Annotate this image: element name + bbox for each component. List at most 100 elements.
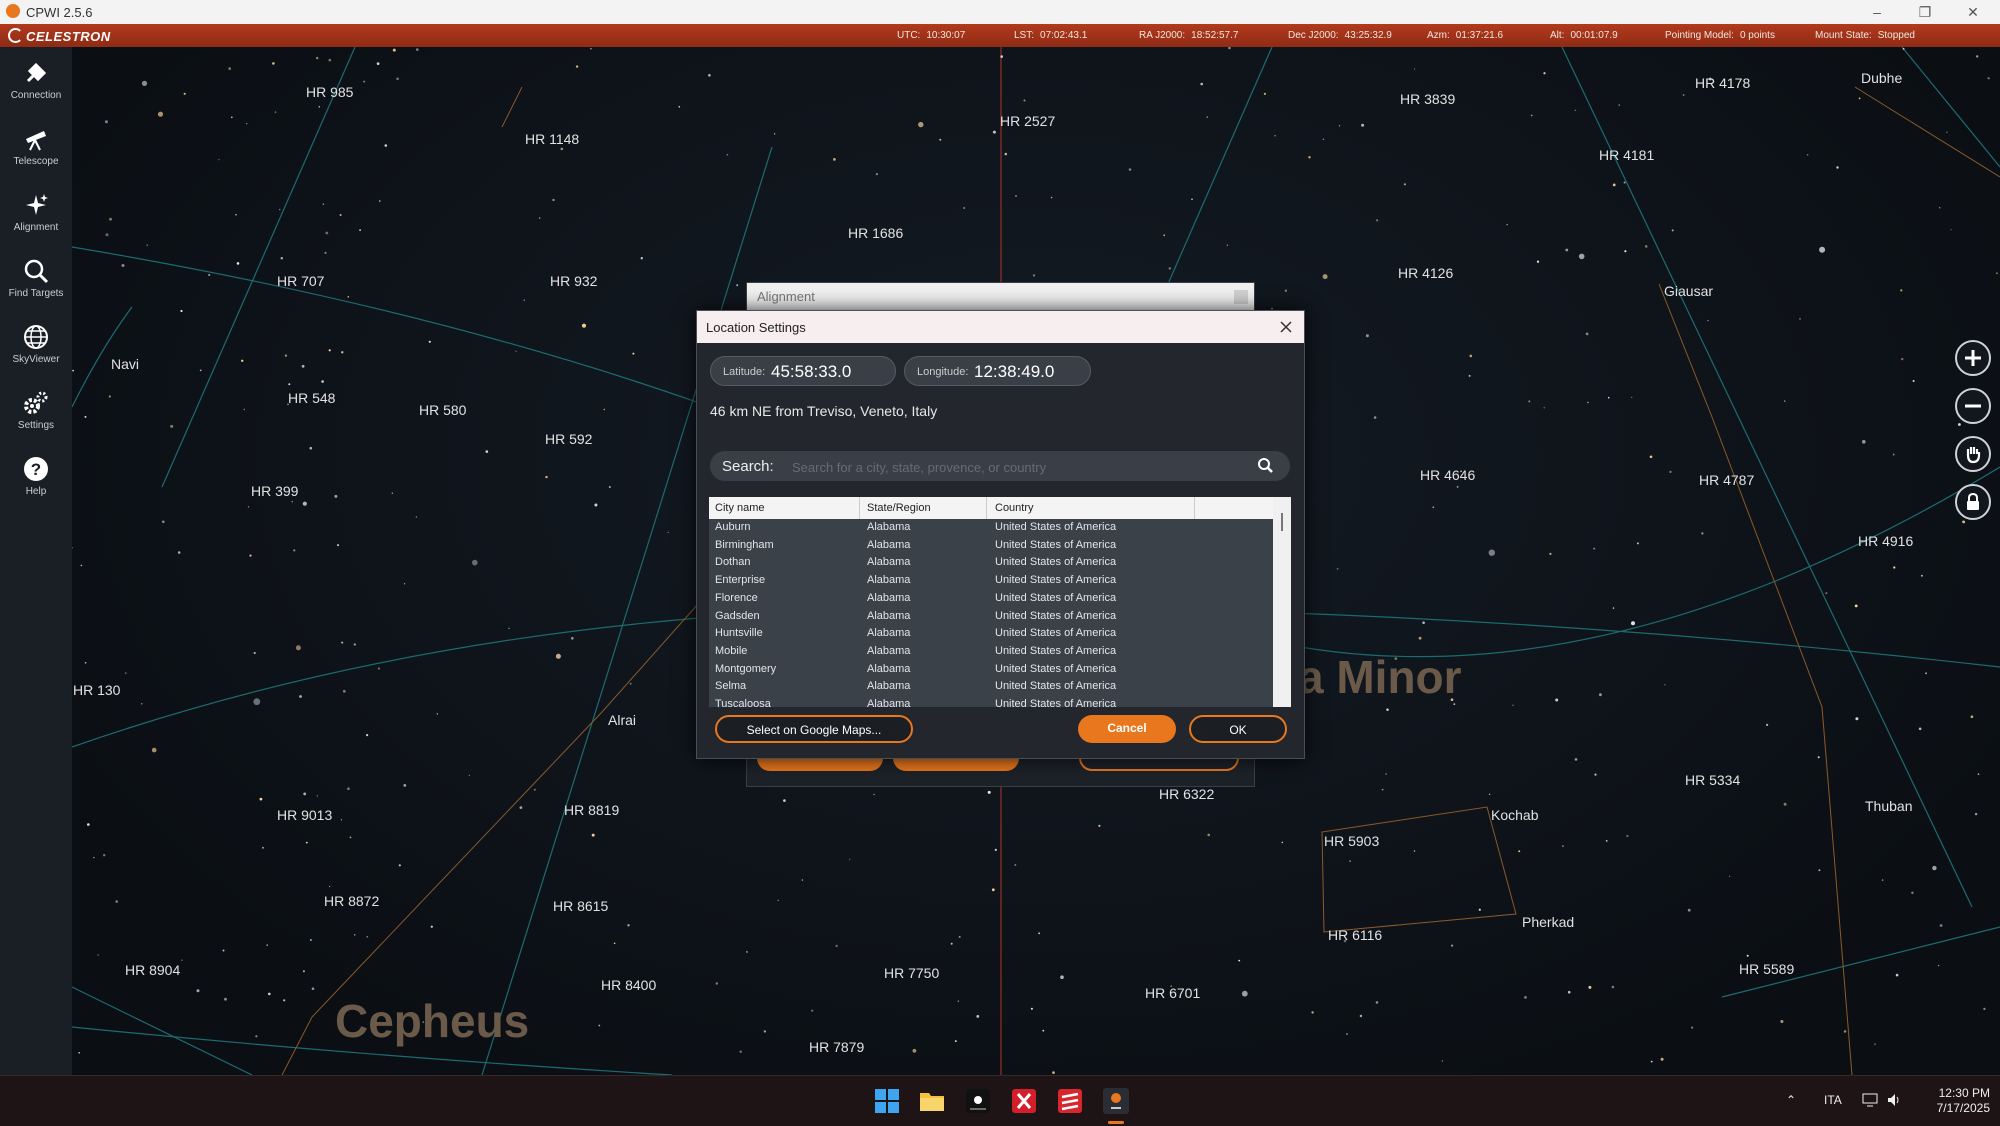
star (377, 667, 380, 670)
star (627, 924, 630, 927)
telescope-icon (26, 131, 46, 151)
star-label: HR 592 (545, 431, 593, 447)
search-label: Search: (722, 458, 774, 475)
table-scrollbar[interactable] (1273, 497, 1291, 707)
star (121, 264, 125, 267)
sidebar-item-skyviewer[interactable]: SkyViewer (0, 319, 72, 379)
star (255, 1035, 258, 1038)
table-row[interactable]: Tuscaloosa Alabama United States of Americ… (709, 696, 1273, 707)
star (1669, 470, 1672, 474)
longitude-field[interactable]: Longitude: 12:38:49.0 (904, 356, 1091, 386)
star (833, 158, 836, 161)
star (954, 1040, 957, 1043)
star (523, 299, 526, 301)
sidebar-item-settings[interactable]: Settings (0, 385, 72, 445)
lock-button[interactable] (1955, 484, 1991, 520)
scrollbar-thumb[interactable] (1281, 513, 1283, 531)
table-row[interactable]: Gadsden Alabama United States of America (709, 608, 1273, 626)
sidebar-item-connection[interactable]: Connection (0, 55, 72, 115)
star (1976, 55, 1979, 58)
star (177, 551, 181, 554)
sidebar-item-telescope[interactable]: Telescope (0, 121, 72, 181)
star (1098, 824, 1101, 827)
input-language[interactable]: ITA (1824, 1093, 1842, 1107)
close-window-button[interactable]: ✕ (1950, 1, 1996, 23)
alignment-close-icon[interactable] (1234, 290, 1248, 304)
sidebar-item-alignment[interactable]: Alignment (0, 187, 72, 247)
zoom-out-button[interactable] (1955, 388, 1991, 424)
google-maps-button[interactable]: Select on Google Maps... (715, 715, 913, 743)
windows-start-icon[interactable] (873, 1087, 901, 1115)
star (329, 885, 331, 888)
latitude-field[interactable]: Latitude: 45:58:33.0 (710, 356, 896, 386)
star (1375, 1001, 1379, 1004)
pan-button[interactable] (1955, 436, 1991, 472)
star (125, 672, 127, 674)
app-icon-red-stripes[interactable] (1056, 1087, 1084, 1115)
star (280, 257, 283, 260)
star (236, 262, 240, 265)
chevron-up-icon[interactable]: ⌃ (1786, 1093, 1796, 1107)
file-explorer-icon[interactable] (918, 1087, 946, 1115)
cancel-button[interactable]: Cancel (1078, 715, 1176, 743)
star (1413, 850, 1416, 852)
minimize-button[interactable]: – (1854, 1, 1900, 23)
sidebar-item-find-targets[interactable]: Find Targets (0, 253, 72, 313)
zoom-in-button[interactable] (1955, 340, 1991, 376)
star (310, 939, 312, 941)
city-cell: Montgomery (715, 662, 777, 675)
cpwi-app-icon[interactable] (1102, 1087, 1130, 1115)
app-icon-red-x[interactable] (1010, 1087, 1038, 1115)
search-icon[interactable] (1256, 457, 1274, 475)
state-cell: Alabama (867, 574, 911, 587)
star-label: HR 6322 (1159, 786, 1215, 802)
star (1900, 289, 1903, 292)
table-row[interactable]: Florence Alabama United States of America (709, 590, 1273, 608)
maximize-button[interactable]: ❐ (1902, 1, 1948, 23)
star (366, 734, 369, 737)
latitude-label: Latitude: (723, 366, 766, 378)
table-row[interactable]: Dothan Alabama United States of America (709, 554, 1273, 572)
star (349, 836, 352, 839)
star (321, 380, 324, 383)
volume-icon[interactable] (1886, 1092, 1902, 1108)
table-row[interactable]: Auburn Alabama United States of America (709, 519, 1273, 537)
lock-icon (1967, 492, 1979, 510)
table-row[interactable]: Birmingham Alabama United States of Americ… (709, 537, 1273, 555)
star (1023, 99, 1026, 102)
column-header-country[interactable]: Country (995, 502, 1034, 514)
table-row[interactable]: Montgomery Alabama United States of Americ… (709, 661, 1273, 679)
star (545, 475, 548, 479)
star (1858, 97, 1861, 100)
table-row[interactable]: Selma Alabama United States of America (709, 678, 1273, 696)
star (1938, 206, 1941, 209)
table-row[interactable]: Enterprise Alabama United States of Americ… (709, 572, 1273, 590)
lst-readout: LST: 07:02:43.1 (1014, 30, 1088, 41)
system-clock[interactable]: 12:30 PM 7/17/2025 (1910, 1086, 1990, 1116)
ok-button[interactable]: OK (1189, 715, 1287, 743)
search-input[interactable] (790, 456, 1254, 478)
connection-icon (26, 62, 47, 83)
table-row[interactable]: Huntsville Alabama United States of Americ… (709, 625, 1273, 643)
star (157, 111, 164, 117)
app-icon-dark[interactable] (964, 1087, 992, 1115)
table-row[interactable]: Mobile Alabama United States of America (709, 643, 1273, 661)
star (1892, 453, 1895, 456)
star (170, 424, 174, 428)
star (1817, 756, 1820, 759)
city-cell: Selma (715, 680, 747, 693)
column-header-city[interactable]: City name (715, 502, 765, 514)
star (1555, 698, 1559, 702)
star (1060, 975, 1064, 979)
close-icon[interactable] (1277, 318, 1295, 336)
sidebar-item-help[interactable]: ? Help (0, 451, 72, 511)
star (1004, 152, 1008, 156)
country-cell: United States of America (995, 521, 1117, 533)
star (726, 153, 729, 156)
star (1937, 964, 1940, 967)
star (1014, 864, 1017, 866)
star (1836, 166, 1839, 169)
network-icon[interactable] (1862, 1092, 1878, 1108)
column-header-state[interactable]: State/Region (867, 502, 931, 514)
star (552, 198, 555, 202)
